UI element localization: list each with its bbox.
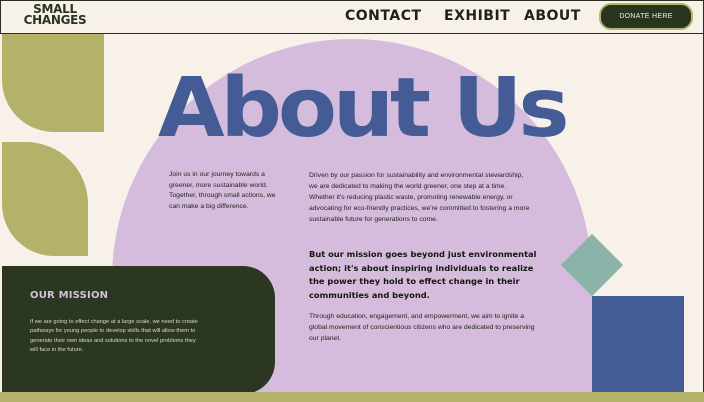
decorative-leaf-shape-bottom [2, 142, 88, 256]
passion-paragraph: Driven by our passion for sustainability… [309, 172, 530, 223]
page-title: About Us [158, 61, 570, 156]
logo-line-2: CHANGES [23, 13, 87, 27]
donate-button[interactable]: DONATE HERE [599, 3, 693, 30]
movement-paragraph: Through education, engagement, and empow… [309, 313, 535, 342]
footer-olive-band [0, 392, 704, 402]
nav-exhibit-link[interactable]: EXHIBIT [444, 8, 510, 24]
nav-contact-link[interactable]: CONTACT [345, 8, 422, 24]
site-logo[interactable]: SMALL CHANGES [17, 3, 93, 27]
intro-paragraph: Join us in our journey towards a greener… [169, 171, 276, 210]
decorative-blue-block [592, 296, 684, 394]
mission-heading: OUR MISSION [30, 290, 109, 301]
decorative-leaf-shape-top [2, 33, 104, 132]
top-navigation-bar: SMALL CHANGES CONTACT EXHIBIT ABOUT DONA… [0, 0, 704, 34]
mission-description: If we are going to effect change at a la… [30, 319, 198, 353]
nav-about-link[interactable]: ABOUT [524, 8, 581, 24]
highlight-statement: But our mission goes beyond just environ… [309, 249, 537, 300]
